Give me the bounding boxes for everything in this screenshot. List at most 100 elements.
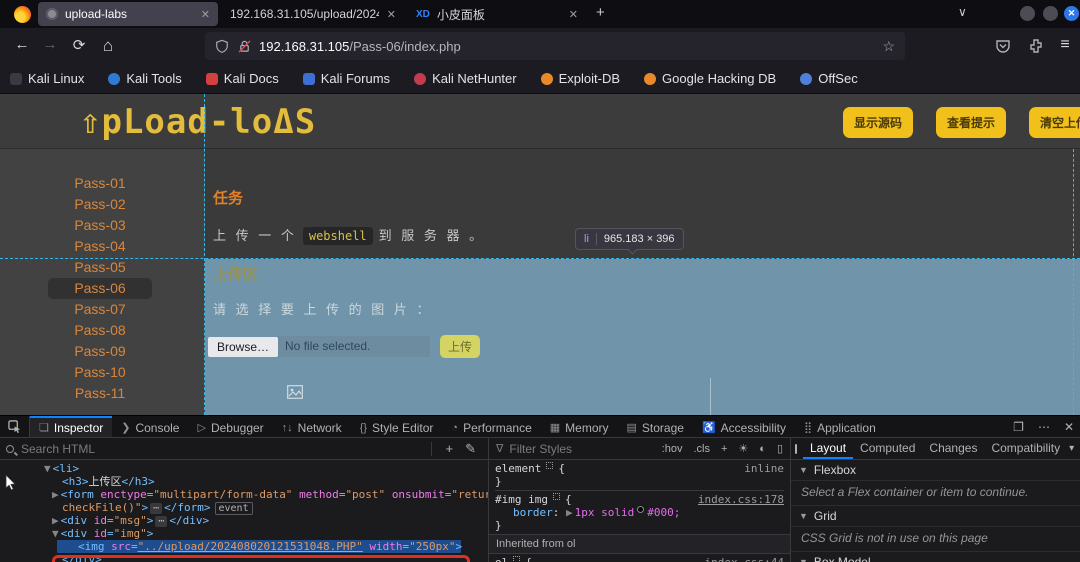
sidebar-tab-layout[interactable]: Layout [803,438,853,459]
file-name-field[interactable]: No file selected. [278,336,430,357]
devtools-tab-debugger[interactable]: ▷Debugger [188,416,272,437]
dark-scheme-icon[interactable]: ◐ [759,443,766,455]
sidebar-tab-compatibility[interactable]: Compatibility [984,438,1067,459]
shield-icon[interactable] [215,39,229,54]
layout-section-grid[interactable]: ▼Grid [791,506,1080,527]
url-bar[interactable]: 192.168.31.105/Pass-06/index.php ☆ [205,32,905,60]
eyedropper-icon[interactable]: ✎ [465,441,476,457]
sidebar-item-pass-07[interactable]: Pass-07 [48,299,152,320]
color-swatch[interactable] [637,506,644,513]
sidebar-item-pass-04[interactable]: Pass-04 [48,236,152,257]
selector-highlight-icon[interactable] [546,462,553,469]
new-tab-button[interactable]: + [596,4,605,21]
expand-shorthand-icon[interactable]: ▶ [566,506,573,519]
bookmark-item[interactable]: Exploit-DB [541,71,620,86]
forward-button[interactable]: → [40,36,60,53]
devtools-tab-memory[interactable]: ▦Memory [541,416,618,437]
bookmark-item[interactable]: Kali Linux [10,71,84,86]
sidebar-item-pass-02[interactable]: Pass-02 [48,194,152,215]
close-tab-icon[interactable]: ✕ [569,8,578,21]
markup-line[interactable]: ▶<div id="msg">⋯</div> [0,514,488,527]
markup-line[interactable]: ▼<div id="img"> [0,527,488,540]
rule-source-link[interactable]: index.css:178 [698,493,784,506]
devtools-tab-inspector[interactable]: ❏Inspector [30,416,112,437]
pocket-icon[interactable] [995,38,1011,54]
devtools-tab-accessibility[interactable]: ♿Accessibility [693,416,795,437]
selector-highlight-icon[interactable] [513,556,520,562]
header-action-button[interactable]: 查看提示 [936,107,1006,138]
sidebar-item-pass-05[interactable]: Pass-05 [48,257,152,278]
devtools-tab-storage[interactable]: ▤Storage [618,416,693,437]
print-sim-icon[interactable]: ▯ [777,442,783,455]
split-console-icon[interactable]: ❐ [1013,420,1024,434]
browser-tab[interactable]: XD小皮面板✕ [408,2,586,26]
class-toggle[interactable]: .cls [693,443,710,455]
bookmark-item[interactable]: Google Hacking DB [644,71,776,86]
new-node-button[interactable]: + [446,441,454,456]
sidebar-tab-changes[interactable]: Changes [922,438,984,459]
bookmark-item[interactable]: Kali Docs [206,71,279,86]
reload-button[interactable]: ⟳ [69,36,89,54]
sidebar-item-pass-06[interactable]: Pass-06 [48,278,152,299]
markup-line[interactable]: ▶<form enctype="multipart/form-data" met… [0,488,488,501]
sidebar-tab-computed[interactable]: Computed [853,438,922,459]
upload-submit-button[interactable]: 上传 [440,335,480,358]
markup-line[interactable]: <h3>上传区</h3> [0,475,488,488]
devtools-more-icon[interactable]: ⋯ [1038,420,1050,434]
selector-highlight-icon[interactable] [553,493,560,500]
back-button[interactable]: ← [12,36,32,53]
browser-tab[interactable]: 192.168.31.105/upload/2024✕ [222,2,404,26]
extensions-icon[interactable] [1028,38,1044,54]
firefox-icon[interactable] [14,6,31,23]
filter-styles-placeholder[interactable]: Filter Styles [509,442,572,456]
menu-button[interactable]: ≡ [1055,36,1075,54]
header-action-button[interactable]: 显示源码 [843,107,913,138]
devtools-tab-console[interactable]: ❯Console [112,416,188,437]
maximize-button[interactable] [1043,6,1058,21]
sidebar-item-pass-03[interactable]: Pass-03 [48,215,152,236]
browser-tab[interactable]: upload-labs✕ [38,2,218,26]
pseudo-class-toggle[interactable]: :hov [662,443,683,455]
pick-element-icon[interactable] [0,416,30,437]
close-tab-icon[interactable]: ✕ [201,8,210,21]
rule-source-link[interactable]: index.css:44 [705,556,784,562]
header-action-button[interactable]: 清空上传文件 [1029,107,1080,138]
devtools-tab-network[interactable]: ↑↓Network [273,416,351,437]
markup-line-selected[interactable]: <img src="../upload/202408020121531048.P… [57,540,461,553]
markup-line[interactable]: checkFile()">⋯</form>event [0,501,488,514]
light-scheme-icon[interactable]: ☀ [738,442,748,455]
insecure-lock-icon[interactable] [238,39,251,54]
sidebar-tabs-overflow-chevron[interactable]: ▾ [1069,443,1080,454]
sidebar-item-pass-08[interactable]: Pass-08 [48,320,152,341]
layout-section-flexbox[interactable]: ▼Flexbox [791,460,1080,481]
close-window-button[interactable]: ✕ [1064,6,1079,21]
close-tab-icon[interactable]: ✕ [387,8,396,21]
markup-line[interactable]: ▼<li> [0,462,488,475]
bookmark-item[interactable]: OffSec [800,71,858,86]
collapse-sidebar-icon[interactable] [795,444,797,454]
rule-ol-open[interactable]: ol{ index.css:44 [495,556,784,562]
layout-section-box-model[interactable]: ▼Box Model [791,552,1080,562]
minimize-button[interactable] [1020,6,1035,21]
html-search-bar[interactable]: Search HTML + ✎ [0,438,488,460]
devtools-close-icon[interactable]: ✕ [1064,420,1074,434]
bookmark-star-icon[interactable]: ☆ [882,38,895,55]
browse-button[interactable]: Browse… [208,337,278,357]
sidebar-item-pass-09[interactable]: Pass-09 [48,341,152,362]
border-declaration[interactable]: border: ▶1px solid#000; [495,506,784,519]
bookmark-item[interactable]: Kali Tools [108,71,181,86]
list-tabs-chevron-icon[interactable]: ∨ [958,5,967,19]
devtools-tab-style-editor[interactable]: {}Style Editor [351,416,443,437]
url-text[interactable]: 192.168.31.105/Pass-06/index.php [259,39,461,54]
sidebar-item-pass-11[interactable]: Pass-11 [48,383,152,404]
sidebar-item-pass-01[interactable]: Pass-01 [48,173,152,194]
add-rule-button[interactable]: + [721,443,727,455]
sidebar-item-pass-10[interactable]: Pass-10 [48,362,152,383]
devtools-tab-performance[interactable]: ◔Performance [442,416,540,437]
devtools-tab-application[interactable]: ⣿Application [795,416,885,437]
rule-img-open[interactable]: #img img{ index.css:178 [495,493,784,506]
rule-element-open[interactable]: element{ inline [495,462,784,475]
home-button[interactable]: ⌂ [98,36,118,56]
bookmark-item[interactable]: Kali Forums [303,71,390,86]
bookmark-item[interactable]: Kali NetHunter [414,71,517,86]
